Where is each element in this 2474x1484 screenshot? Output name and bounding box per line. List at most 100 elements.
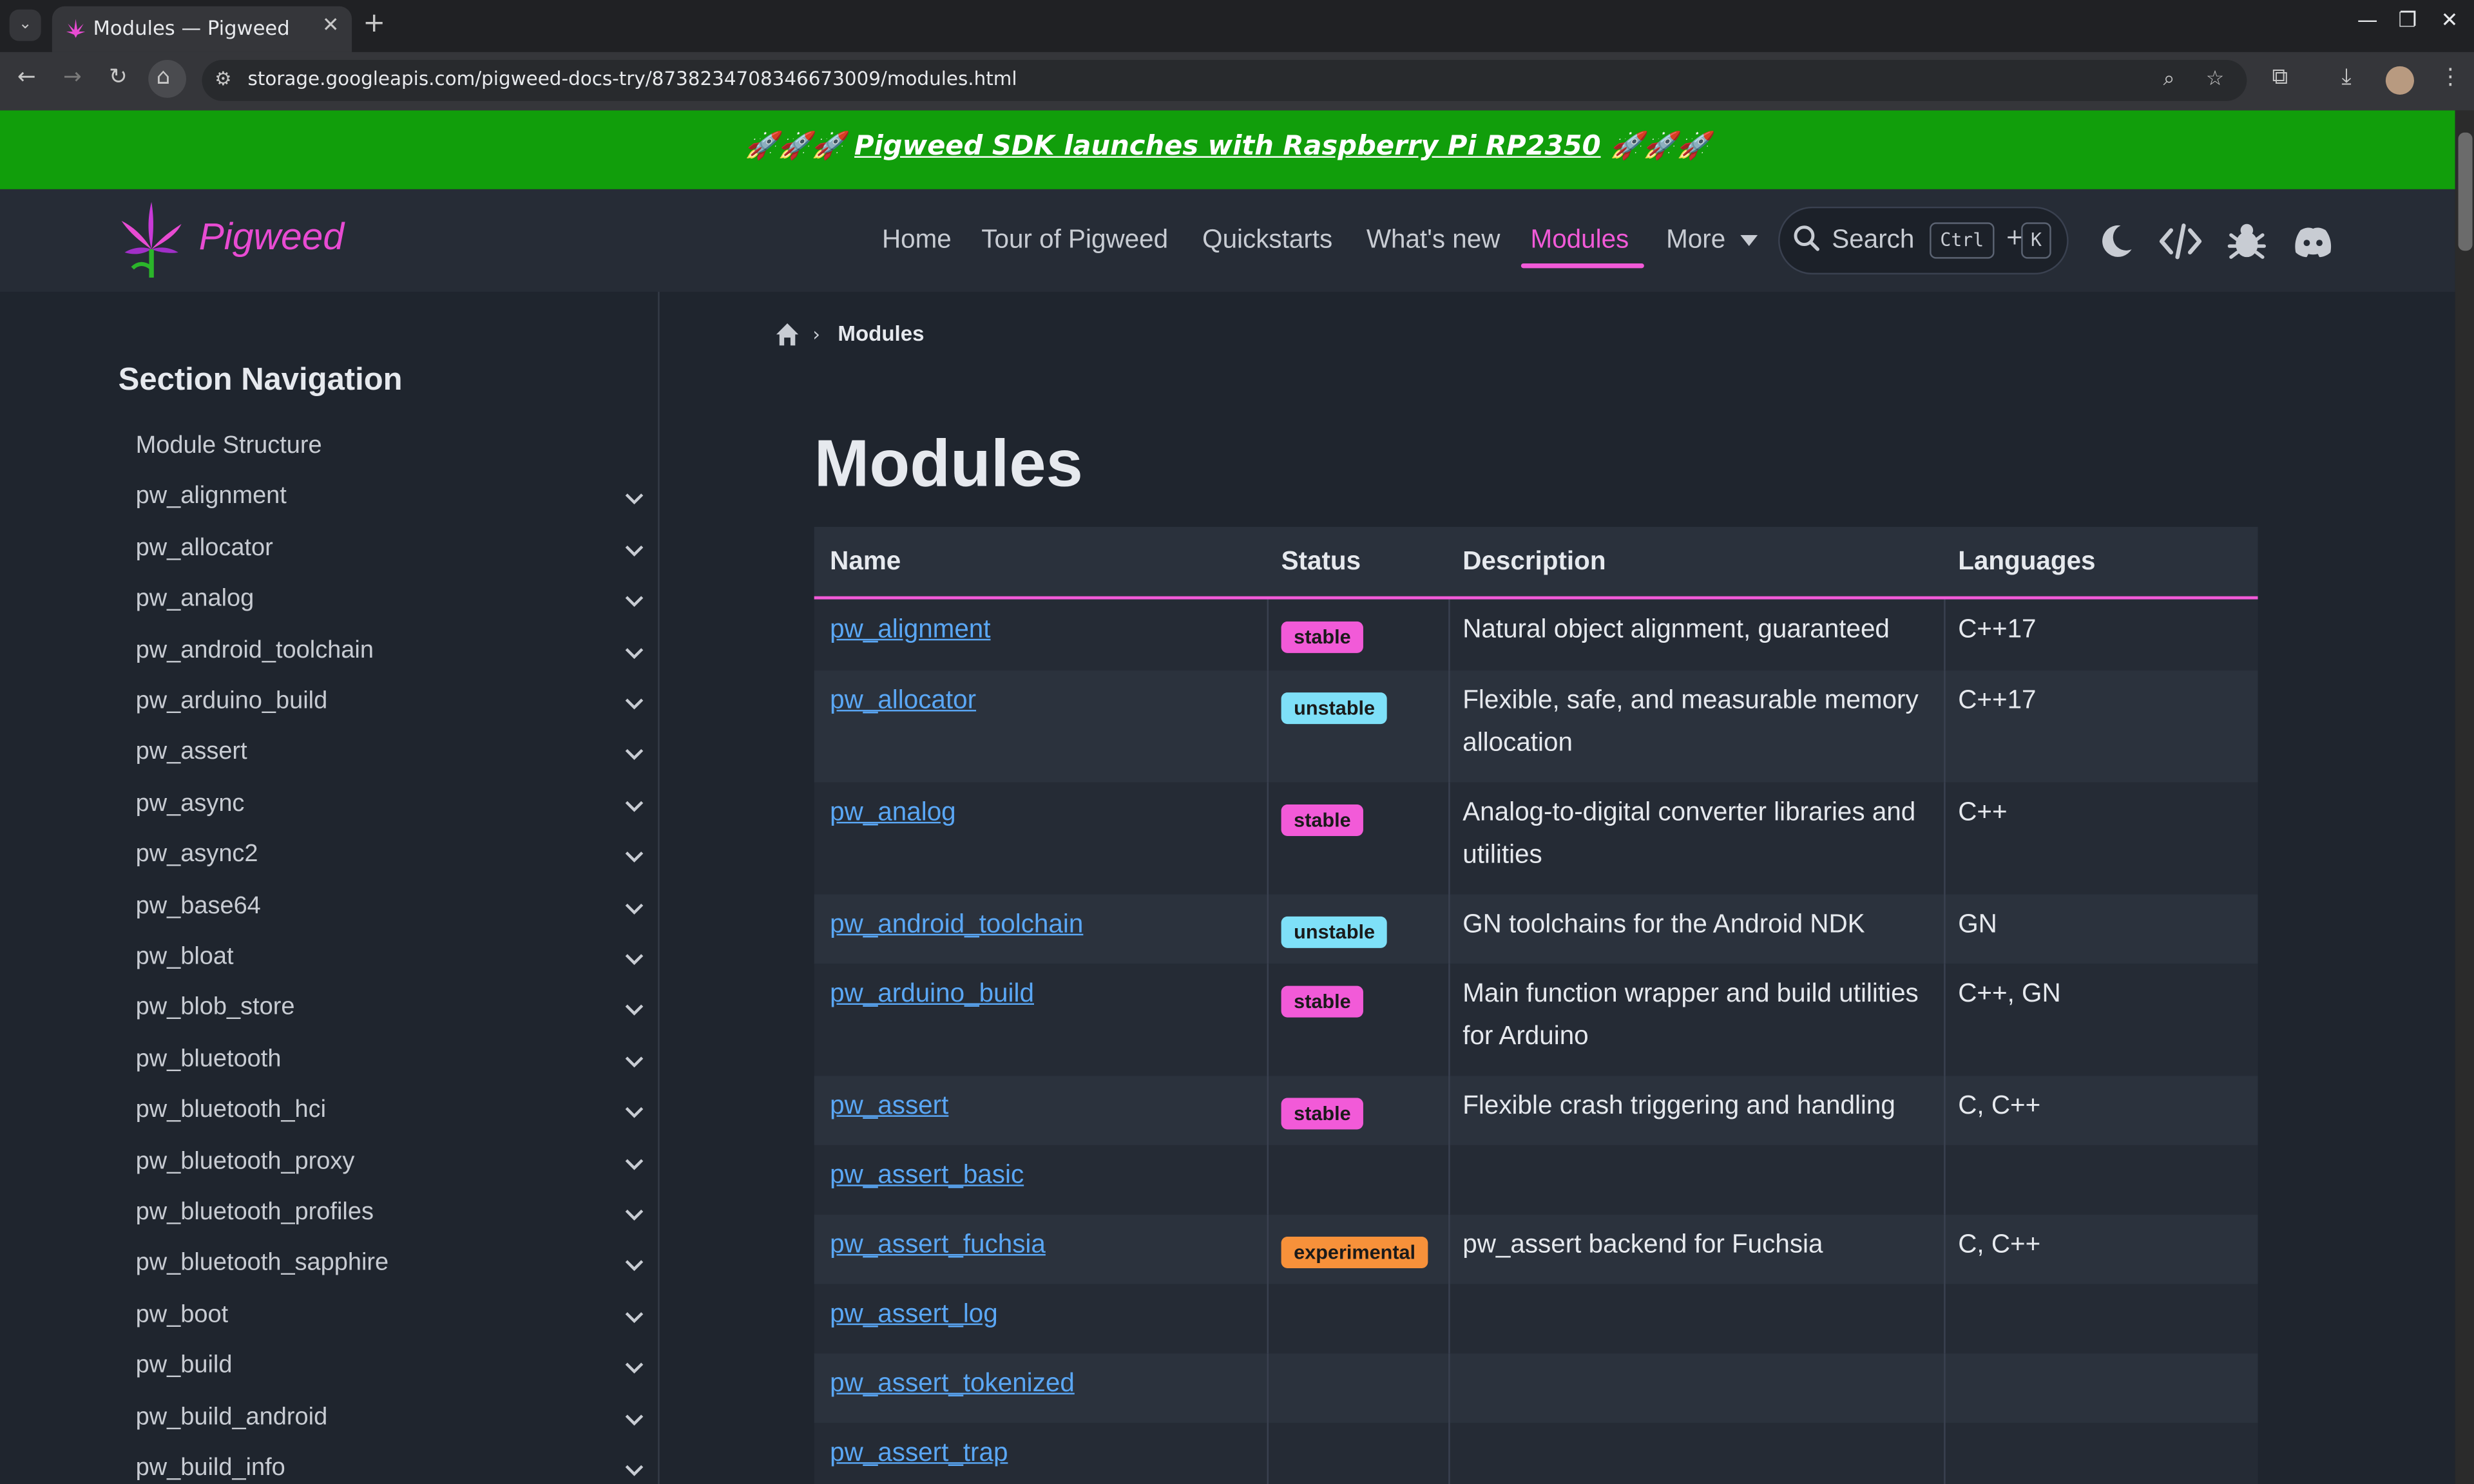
sidebar-item[interactable]: pw_build <box>136 1352 233 1380</box>
module-name-link[interactable]: pw_assert_log <box>830 1300 998 1330</box>
minimize-window-button[interactable]: — <box>2357 10 2378 33</box>
module-name-link[interactable]: pw_analog <box>830 798 955 828</box>
chevron-down-icon[interactable] <box>623 846 645 868</box>
chevron-down-icon[interactable] <box>623 1459 645 1481</box>
sidebar-item[interactable]: pw_async <box>136 790 245 818</box>
sidebar-item[interactable]: pw_bluetooth_hci <box>136 1097 326 1125</box>
sidebar-item[interactable]: pw_bluetooth_proxy <box>136 1148 355 1176</box>
sidebar-item[interactable]: pw_async2 <box>136 841 258 870</box>
table-row: pw_alignment stable Natural object alignme… <box>814 599 2258 671</box>
sidebar-item[interactable]: pw_build_info <box>136 1454 285 1483</box>
sidebar-item[interactable]: pw_assert <box>136 739 247 767</box>
new-tab-button[interactable]: + <box>363 8 385 39</box>
discord-icon[interactable] <box>2291 219 2335 263</box>
nav-quickstarts[interactable]: Quickstarts <box>1202 225 1332 256</box>
forward-button[interactable]: → <box>63 64 82 90</box>
page-scrollbar-thumb[interactable] <box>2458 132 2473 251</box>
chevron-down-icon[interactable] <box>623 1101 645 1123</box>
logo-text[interactable]: Pigweed <box>199 216 344 261</box>
extensions-icon[interactable]: ⧉ <box>2272 64 2288 90</box>
back-button[interactable]: ← <box>17 64 36 90</box>
chevron-down-icon[interactable] <box>623 897 645 918</box>
module-name-link[interactable]: pw_allocator <box>830 686 976 716</box>
chevron-down-icon[interactable] <box>623 948 645 970</box>
sidebar-item[interactable]: pw_bloat <box>136 944 234 972</box>
restore-window-button[interactable]: ❐ <box>2398 10 2417 33</box>
source-code-icon[interactable] <box>2158 219 2203 263</box>
chevron-down-icon[interactable] <box>623 642 645 663</box>
chevron-down-icon[interactable] <box>623 1408 645 1430</box>
more-caret-down-icon[interactable] <box>1740 234 1758 247</box>
nav-more[interactable]: More <box>1666 225 1725 256</box>
reload-button[interactable]: ↻ <box>109 64 128 90</box>
module-name-link[interactable]: pw_arduino_build <box>830 980 1034 1010</box>
chevron-down-icon[interactable] <box>623 1357 645 1379</box>
chevron-down-icon[interactable] <box>623 999 645 1021</box>
module-description: Main function wrapper and build utilitie… <box>1462 979 1919 1051</box>
sidebar-item[interactable]: pw_boot <box>136 1301 229 1329</box>
chevron-down-icon[interactable] <box>623 795 645 817</box>
zoom-icon[interactable]: ⌕ <box>2163 68 2175 91</box>
column-divider <box>1267 1353 1269 1423</box>
nav-whats-new[interactable]: What's new <box>1366 225 1501 256</box>
address-bar[interactable]: ⚙ storage.googleapis.com/pigweed-docs-tr… <box>202 60 2247 101</box>
chevron-down-icon[interactable] <box>623 1152 645 1174</box>
sidebar-item[interactable]: pw_bluetooth_profiles <box>136 1199 374 1227</box>
module-name-link[interactable]: pw_assert_fuchsia <box>830 1230 1046 1260</box>
module-name-link[interactable]: pw_alignment <box>830 615 990 645</box>
sidebar-item[interactable]: pw_android_toolchain <box>136 636 374 665</box>
chevron-down-icon[interactable] <box>623 743 645 765</box>
sidebar-item[interactable]: pw_alignment <box>136 483 287 511</box>
sidebar-item[interactable]: pw_blob_store <box>136 994 295 1023</box>
close-window-button[interactable]: ✕ <box>2441 10 2459 33</box>
tab-search-button[interactable]: ⌄ <box>9 9 41 41</box>
banner-link[interactable]: Pigweed SDK launches with Raspberry Pi R… <box>854 131 1601 162</box>
pigweed-logo-icon[interactable] <box>119 199 185 281</box>
module-name-link[interactable]: pw_assert <box>830 1092 948 1122</box>
breadcrumb-separator: › <box>812 323 821 346</box>
chevron-down-icon[interactable] <box>623 488 645 510</box>
sidebar-item[interactable]: Module Structure <box>136 432 322 461</box>
profile-avatar[interactable] <box>2385 66 2414 95</box>
module-name-link[interactable]: pw_assert_trap <box>830 1438 1008 1469</box>
nav-home[interactable]: Home <box>882 225 952 256</box>
sidebar-item[interactable]: pw_build_android <box>136 1403 328 1432</box>
breadcrumb-home-icon[interactable] <box>774 322 800 347</box>
sidebar-item[interactable]: pw_bluetooth_sapphire <box>136 1250 389 1279</box>
sidebar-item[interactable]: pw_analog <box>136 585 254 614</box>
module-languages: C, C++ <box>1958 1230 2041 1259</box>
chevron-down-icon[interactable] <box>623 590 645 612</box>
chevron-down-icon[interactable] <box>623 539 645 561</box>
module-name-link[interactable]: pw_assert_tokenized <box>830 1369 1075 1400</box>
chevron-down-icon[interactable] <box>623 1255 645 1277</box>
chevron-down-icon[interactable] <box>623 1204 645 1226</box>
sidebar-item[interactable]: pw_base64 <box>136 892 261 920</box>
module-name-link[interactable]: pw_assert_basic <box>830 1161 1024 1191</box>
module-languages: C++17 <box>1958 686 2037 715</box>
bookmark-star-icon[interactable]: ☆ <box>2206 68 2225 91</box>
sidebar-item[interactable]: pw_arduino_build <box>136 688 328 716</box>
nav-tour[interactable]: Tour of Pigweed <box>981 225 1168 256</box>
chevron-down-icon[interactable] <box>623 692 645 714</box>
table-row: pw_android_toolchain unstable GN toolchain… <box>814 894 2258 964</box>
module-name-link[interactable]: pw_android_toolchain <box>830 910 1083 940</box>
column-divider <box>1448 599 1450 671</box>
download-icon[interactable]: ⤓ <box>2341 64 2351 90</box>
browser-menu-icon[interactable]: ⋮ <box>2439 64 2461 90</box>
browser-tab-active[interactable]: Modules — Pigweed ✕ <box>52 6 352 52</box>
chevron-down-icon[interactable] <box>623 1306 645 1327</box>
theme-toggle-moon-icon[interactable] <box>2094 219 2138 263</box>
home-button[interactable]: ⌂ <box>156 64 170 90</box>
bug-icon[interactable] <box>2225 219 2269 263</box>
tab-close-icon[interactable]: ✕ <box>322 14 340 38</box>
chevron-down-icon[interactable] <box>623 1051 645 1072</box>
sidebar-item[interactable]: pw_bluetooth <box>136 1045 282 1074</box>
sidebar-item[interactable]: pw_allocator <box>136 535 273 563</box>
site-info-icon[interactable]: ⚙ <box>215 68 231 90</box>
page-scrollbar[interactable] <box>2455 110 2474 1484</box>
nav-modules[interactable]: Modules <box>1531 225 1629 256</box>
module-description: Flexible crash triggering and handling <box>1462 1091 1895 1120</box>
table-row: pw_analog stable Analog-to-digital convert… <box>814 782 2258 895</box>
search-button[interactable]: Search Ctrl + K <box>1778 206 2069 275</box>
column-divider <box>1944 964 1946 1076</box>
